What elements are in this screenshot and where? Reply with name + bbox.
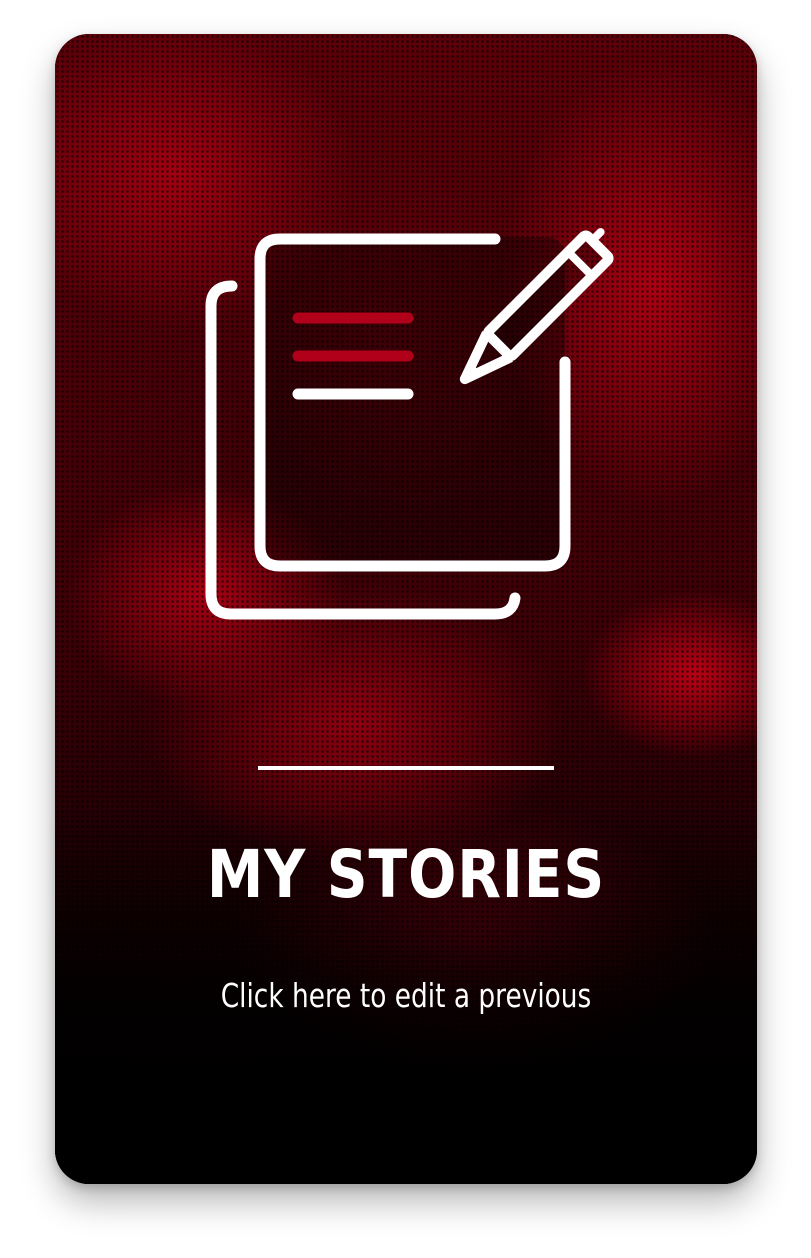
document-edit-icon (205, 228, 614, 620)
card-title: MY STORIES (206, 836, 606, 913)
divider-line (258, 766, 554, 770)
card-subtitle: Click here to edit a previous (220, 976, 592, 1015)
front-page-fill (260, 237, 565, 567)
my-stories-card[interactable]: MY STORIES Click here to edit a previous (55, 34, 757, 1184)
